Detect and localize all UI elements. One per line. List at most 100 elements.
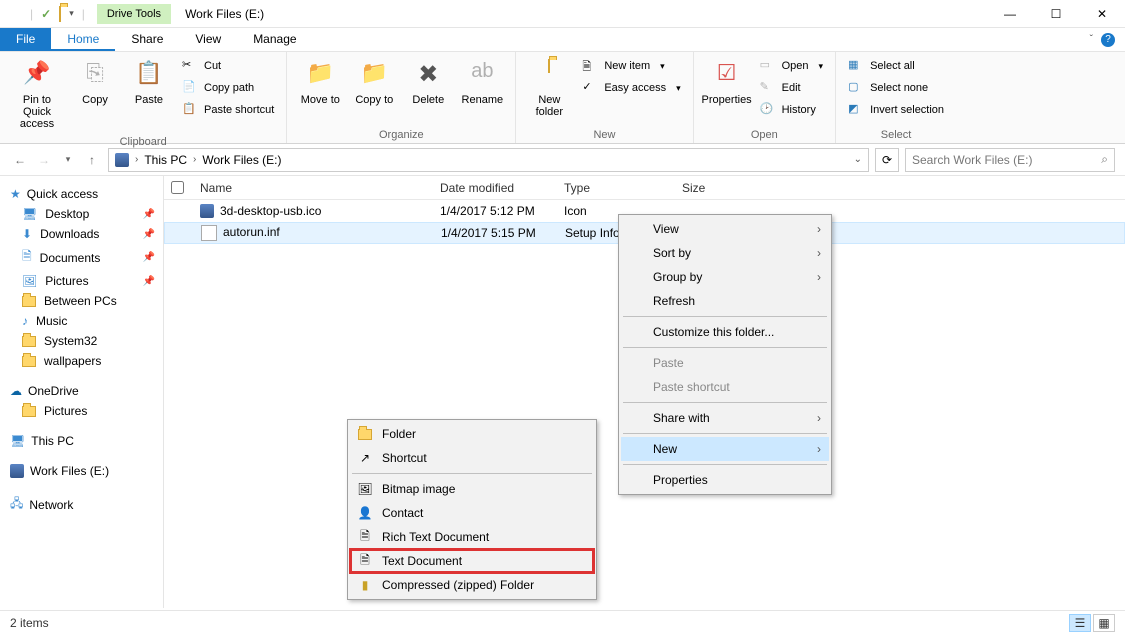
search-input[interactable]: Search Work Files (E:) ⌕ xyxy=(905,148,1115,172)
menu-separator xyxy=(623,316,827,317)
mi-group-by[interactable]: Group by› xyxy=(621,265,829,289)
tab-manage[interactable]: Manage xyxy=(237,28,312,51)
folder-icon xyxy=(356,425,374,443)
group-label: New xyxy=(524,127,684,141)
pin-quick-access-button[interactable]: 📌 Pin to Quick access xyxy=(8,56,66,134)
status-bar: 2 items ☰ ▦ xyxy=(0,610,1125,634)
nav-music[interactable]: ♪Music xyxy=(0,311,163,331)
nav-between-pcs[interactable]: Between PCs xyxy=(0,291,163,311)
file-name: 3d-desktop-usb.ico xyxy=(220,204,321,218)
chevron-icon[interactable]: › xyxy=(135,154,138,165)
invert-selection-button[interactable]: ◩Invert selection xyxy=(844,100,948,120)
move-to-button[interactable]: 📁Move to xyxy=(295,56,345,110)
nav-workfiles[interactable]: Work Files (E:) xyxy=(0,461,163,481)
paste-button[interactable]: 📋 Paste xyxy=(124,56,174,110)
drive-icon xyxy=(115,153,129,167)
up-button[interactable]: ↑ xyxy=(82,150,102,170)
nav-quick-access[interactable]: ★Quick access xyxy=(0,184,163,204)
copy-button[interactable]: ⎘ Copy xyxy=(70,56,120,110)
forward-button[interactable]: → xyxy=(34,150,54,170)
mi-new-folder[interactable]: Folder xyxy=(350,422,594,446)
rename-button[interactable]: abRename xyxy=(457,56,507,110)
ribbon-group-clipboard: 📌 Pin to Quick access ⎘ Copy 📋 Paste ✂Cu… xyxy=(0,52,287,143)
mi-new-rtf[interactable]: 🗎Rich Text Document xyxy=(350,525,594,549)
easy-access-button[interactable]: ✓Easy access▾ xyxy=(578,78,684,98)
new-folder-button[interactable]: New folder xyxy=(524,56,574,122)
ribbon-collapse-icon[interactable]: ˇ xyxy=(1090,34,1093,45)
qat-dropdown-icon[interactable]: ▾ xyxy=(69,8,74,19)
paste-shortcut-button[interactable]: 📋Paste shortcut xyxy=(178,100,278,120)
easyaccess-icon: ✓ xyxy=(582,80,598,96)
mi-refresh[interactable]: Refresh xyxy=(621,289,829,313)
crumb-this-pc[interactable]: This PC xyxy=(144,153,187,167)
mi-paste-shortcut: Paste shortcut xyxy=(621,375,829,399)
delete-button[interactable]: ✖Delete xyxy=(403,56,453,110)
mi-view[interactable]: View› xyxy=(621,217,829,241)
col-date[interactable]: Date modified xyxy=(432,177,556,199)
newfolder-icon xyxy=(533,60,565,92)
col-name[interactable]: Name xyxy=(192,177,432,199)
cut-button[interactable]: ✂Cut xyxy=(178,56,278,76)
recent-dropdown[interactable]: ▾ xyxy=(58,150,78,170)
mi-new-zip[interactable]: ▮Compressed (zipped) Folder xyxy=(350,573,594,597)
new-item-button[interactable]: 🗎New item▾ xyxy=(578,56,684,76)
mi-sort-by[interactable]: Sort by› xyxy=(621,241,829,265)
edit-button[interactable]: ✎Edit xyxy=(756,78,827,98)
qat-check-icon[interactable]: ✓ xyxy=(41,7,51,21)
mi-customize[interactable]: Customize this folder... xyxy=(621,320,829,344)
nav-system32[interactable]: System32 xyxy=(0,331,163,351)
tab-home[interactable]: Home xyxy=(51,28,115,51)
maximize-button[interactable]: ☐ xyxy=(1033,0,1079,28)
nav-network[interactable]: 🖧Network xyxy=(0,491,163,518)
nav-desktop[interactable]: 🖥Desktop📌 xyxy=(0,204,163,224)
col-size[interactable]: Size xyxy=(674,177,774,199)
nav-downloads[interactable]: ⬇Downloads📌 xyxy=(0,224,163,244)
properties-button[interactable]: ☑Properties xyxy=(702,56,752,110)
mi-properties[interactable]: Properties xyxy=(621,468,829,492)
mi-new[interactable]: New› xyxy=(621,437,829,461)
breadcrumb-bar[interactable]: › This PC › Work Files (E:) ⌄ xyxy=(108,148,869,172)
pasteshortcut-icon: 📋 xyxy=(182,102,198,118)
open-button[interactable]: ▭Open▾ xyxy=(756,56,827,76)
nav-od-pictures[interactable]: Pictures xyxy=(0,401,163,421)
rtf-icon: 🗎 xyxy=(356,528,374,546)
nav-onedrive[interactable]: ☁OneDrive xyxy=(0,381,163,401)
qat-folder-icon[interactable] xyxy=(59,7,61,21)
select-none-button[interactable]: ▢Select none xyxy=(844,78,948,98)
nav-documents[interactable]: 🗎Documents📌 xyxy=(0,244,163,271)
mi-new-bitmap[interactable]: 🖼Bitmap image xyxy=(350,477,594,501)
mi-new-shortcut[interactable]: ↗Shortcut xyxy=(350,446,594,470)
copy-path-button[interactable]: 📄Copy path xyxy=(178,78,278,98)
chevron-right-icon: › xyxy=(817,411,821,425)
chevron-icon[interactable]: › xyxy=(193,154,196,165)
nav-this-pc[interactable]: 🖥This PC xyxy=(0,431,163,451)
tab-file[interactable]: File xyxy=(0,28,51,51)
menu-separator xyxy=(623,347,827,348)
btn-label: Pin to Quick access xyxy=(10,94,64,130)
minimize-button[interactable]: — xyxy=(987,0,1033,28)
help-icon[interactable]: ? xyxy=(1101,33,1115,47)
view-details-button[interactable]: ☰ xyxy=(1069,614,1091,632)
ribbon-tabs: File Home Share View Manage ˇ ? xyxy=(0,28,1125,52)
copypath-icon: 📄 xyxy=(182,80,198,96)
back-button[interactable]: ← xyxy=(10,150,30,170)
close-button[interactable]: ✕ xyxy=(1079,0,1125,28)
nav-pictures[interactable]: 🖼Pictures📌 xyxy=(0,271,163,291)
mi-new-contact[interactable]: 👤Contact xyxy=(350,501,594,525)
mi-share-with[interactable]: Share with› xyxy=(621,406,829,430)
col-type[interactable]: Type xyxy=(556,177,674,199)
nav-wallpapers[interactable]: wallpapers xyxy=(0,351,163,371)
tab-view[interactable]: View xyxy=(179,28,237,51)
refresh-button[interactable]: ⟳ xyxy=(875,148,899,172)
view-large-button[interactable]: ▦ xyxy=(1093,614,1115,632)
mi-new-text-document[interactable]: 🗎Text Document xyxy=(350,549,594,573)
select-all-checkbox[interactable] xyxy=(171,181,184,194)
copy-to-button[interactable]: 📁Copy to xyxy=(349,56,399,110)
shortcut-icon: ↗ xyxy=(356,449,374,467)
tab-share[interactable]: Share xyxy=(115,28,179,51)
crumb-workfiles[interactable]: Work Files (E:) xyxy=(202,153,281,167)
history-button[interactable]: 🕑History xyxy=(756,100,827,120)
select-all-button[interactable]: ▦Select all xyxy=(844,56,948,76)
pin-icon: 📌 xyxy=(143,209,155,220)
address-dropdown-icon[interactable]: ⌄ xyxy=(854,154,862,165)
